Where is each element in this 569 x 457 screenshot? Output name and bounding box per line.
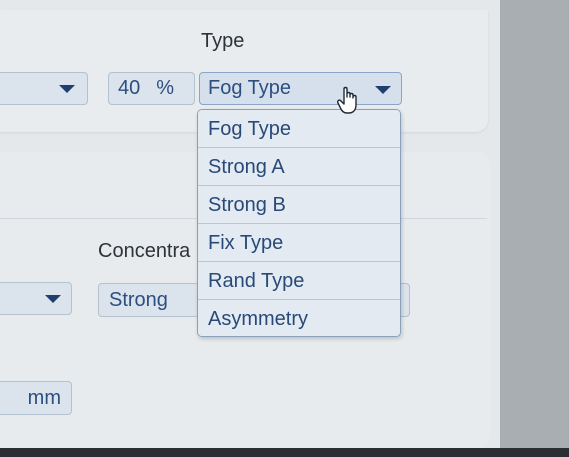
menu-item-rand-type[interactable]: Rand Type: [198, 262, 400, 300]
menu-item-strong-b[interactable]: Strong B: [198, 186, 400, 224]
menu-item-strong-a[interactable]: Strong A: [198, 148, 400, 186]
type-options-menu: Fog Type Strong A Strong B Fix Type Rand…: [197, 109, 401, 337]
concentration-value: Strong: [109, 288, 168, 311]
percent-unit: %: [156, 77, 175, 99]
hand-pointer-icon: [337, 86, 357, 114]
menu-item-asymmetry[interactable]: Asymmetry: [198, 300, 400, 336]
chevron-down-icon: [59, 84, 75, 93]
left-dropdown[interactable]: [0, 72, 88, 105]
device-bezel: [500, 0, 569, 457]
type-heading: Type: [201, 30, 245, 52]
percent-value: 40: [118, 77, 141, 99]
chevron-down-icon: [375, 86, 391, 94]
type-dropdown[interactable]: Fog Type: [199, 72, 402, 105]
type-dropdown-value: Fog Type: [208, 77, 292, 99]
distance-input[interactable]: mm: [0, 381, 72, 415]
lower-left-dropdown[interactable]: [0, 282, 72, 315]
menu-item-fix-type[interactable]: Fix Type: [198, 224, 400, 262]
percent-input[interactable]: 40 %: [108, 72, 195, 105]
chevron-down-icon: [45, 294, 61, 303]
concentration-label: Concentra: [98, 240, 191, 262]
menu-item-fog-type[interactable]: Fog Type: [198, 110, 400, 148]
bottom-edge: [0, 448, 569, 457]
distance-unit: mm: [27, 386, 61, 409]
